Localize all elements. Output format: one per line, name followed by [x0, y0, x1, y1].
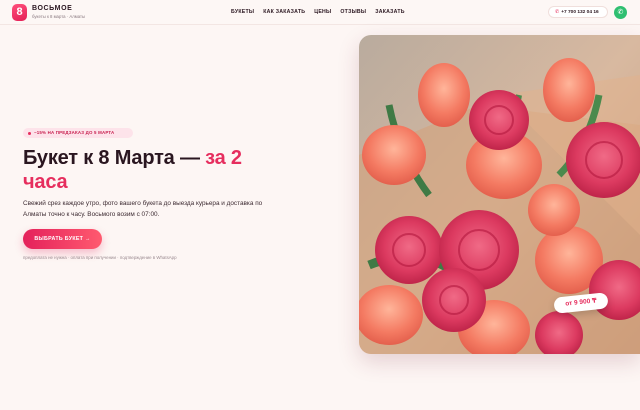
promo-dot-icon	[28, 131, 31, 135]
hero-footnote: предоплата не нужна · оплата при получен…	[23, 255, 177, 260]
phone-icon: ✆	[555, 9, 560, 15]
promo-text: −15% НА ПРЕДЗАКАЗ ДО 5 МАРТА	[34, 130, 115, 135]
logo-badge[interactable]: 8	[12, 4, 27, 21]
main-nav: БУКЕТЫ КАК ЗАКАЗАТЬ ЦЕНЫ ОТЗЫВЫ ЗАКАЗАТЬ	[231, 9, 405, 15]
site-header: 8 ВОСЬМОЕ букеты к 8 марта · Алматы БУКЕ…	[0, 0, 640, 25]
brand-subtitle: букеты к 8 марта · Алматы	[32, 14, 86, 19]
phone-button[interactable]: ✆ +7 700 132 04 16	[548, 6, 608, 18]
hero-title-main: Букет к 8 Марта —	[23, 147, 206, 169]
hero-title-accent-2: часа	[23, 171, 68, 193]
whatsapp-icon: ✆	[617, 9, 624, 16]
nav-item-prices[interactable]: ЦЕНЫ	[314, 9, 331, 15]
whatsapp-button[interactable]: ✆	[614, 6, 627, 19]
brand-name[interactable]: ВОСЬМОЕ	[32, 5, 72, 12]
nav-item-reviews[interactable]: ОТЗЫВЫ	[340, 9, 366, 15]
hero-title-accent-1: за 2	[205, 147, 242, 169]
phone-number: +7 700 132 04 16	[561, 10, 599, 15]
nav-item-how-to-order[interactable]: КАК ЗАКАЗАТЬ	[263, 9, 305, 15]
nav-item-order[interactable]: ЗАКАЗАТЬ	[375, 9, 405, 15]
choose-bouquet-button[interactable]: ВЫБРАТЬ БУКЕТ →	[23, 229, 102, 249]
hero-description: Свежий срез каждое утро, фото вашего бук…	[23, 200, 263, 218]
nav-item-bouquets[interactable]: БУКЕТЫ	[231, 9, 254, 15]
hero-title: Букет к 8 Марта — за 2 часа	[23, 146, 273, 194]
promo-badge: −15% НА ПРЕДЗАКАЗ ДО 5 МАРТА	[23, 128, 133, 138]
